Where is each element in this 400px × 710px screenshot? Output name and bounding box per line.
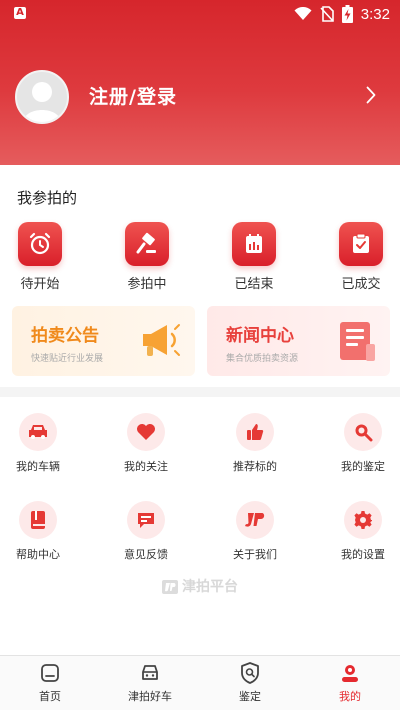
wifi-icon [294,7,312,20]
status-bar: A 3:32 [0,0,400,28]
person-icon [342,665,358,682]
bid-item-bidding[interactable]: 参拍中 [107,222,187,292]
megaphone-icon [143,324,180,356]
bid-item-label: 参拍中 [127,277,167,292]
promo-title: 新闻中心 [226,326,294,346]
tab-home[interactable]: 首页 [0,662,100,704]
thumbs-up-icon [247,424,264,440]
promo-subtitle: 快速贴近行业发展 [31,354,104,364]
auction-notice-card[interactable]: 拍卖公告 快速贴近行业发展 [12,306,195,376]
grid-label: 关于我们 [233,548,277,561]
book-icon [31,511,45,529]
jp-watermark-icon [162,580,178,594]
chevron-right-icon[interactable] [366,86,376,104]
my-bids-card: 我参拍的 待开始 参拍中 已结束 已成交 拍卖公告 快速贴近行业发展 新闻中心 … [0,165,400,387]
recommended-lots-item[interactable]: 推荐标的 [210,413,300,474]
heart-icon [137,424,155,440]
jp-logo-icon [245,513,265,527]
shield-search-icon [241,662,259,684]
my-profile-screen: A 3:32 注册/登录 我参拍的 待开始 参拍中 已结束 已成交 拍卖公告 快… [0,0,400,710]
bid-item-closed[interactable]: 已成交 [321,222,400,292]
bottom-tab-bar: 首页 津拍好车 鉴定 我的 [0,655,400,710]
grid-label: 我的车辆 [16,460,60,473]
grid-label: 意见反馈 [124,548,168,561]
bid-item-label: 待开始 [20,277,60,292]
tab-label: 我的 [339,690,361,703]
profile-header: A 3:32 注册/登录 [0,0,400,165]
gavel-icon [136,232,156,254]
watermark-text: 津拍平台 [182,579,238,595]
bid-item-pending[interactable]: 待开始 [0,222,80,292]
car-front-icon [142,665,158,680]
my-appraisals-item[interactable]: 我的鉴定 [318,413,400,474]
app-notification-icon: A [14,7,26,19]
tab-label: 鉴定 [239,690,261,703]
feedback-item[interactable]: 意见反馈 [101,501,191,562]
tab-good-cars[interactable]: 津拍好车 [100,662,200,704]
tab-mine[interactable]: 我的 [300,662,400,704]
promo-title: 拍卖公告 [31,326,99,346]
alarm-clock-icon [29,232,51,255]
user-avatar-icon[interactable] [15,70,69,124]
grid-label: 推荐标的 [233,460,277,473]
bid-item-label: 已成交 [341,277,381,292]
bid-item-ended[interactable]: 已结束 [214,222,294,292]
magnifier-icon [355,424,373,442]
bid-status-row: 待开始 参拍中 已结束 已成交 [0,222,400,292]
calendar-icon [246,234,262,253]
login-row[interactable]: 注册/登录 [0,66,400,126]
tab-label: 津拍好车 [128,690,172,703]
check-clipboard-icon [353,233,369,253]
grid-label: 我的关注 [124,460,168,473]
gear-icon [354,511,372,529]
status-icons: 3:32 [294,4,390,24]
car-icon [29,425,47,439]
section-title: 我参拍的 [17,189,78,207]
tab-label: 首页 [39,690,61,703]
battery-charging-icon [341,5,353,23]
news-center-card[interactable]: 新闻中心 集合优质拍卖资源 [207,306,390,376]
bid-item-label: 已结束 [234,277,274,292]
clock: 3:32 [360,5,390,23]
tab-appraisal[interactable]: 鉴定 [200,662,300,704]
my-settings-item[interactable]: 我的设置 [318,501,400,562]
my-follows-item[interactable]: 我的关注 [101,413,191,474]
about-us-item[interactable]: 关于我们 [210,501,300,562]
grid-label: 我的设置 [341,548,385,561]
grid-label: 帮助中心 [16,548,60,561]
chat-icon [138,513,154,528]
help-center-item[interactable]: 帮助中心 [0,501,83,562]
platform-watermark: 津拍平台 [0,576,400,596]
my-vehicles-item[interactable]: 我的车辆 [0,413,83,474]
services-card: 我的车辆 我的关注 推荐标的 我的鉴定 帮助中心 意见反馈 关于我们 我的设置 … [0,397,400,655]
promo-subtitle: 集合优质拍卖资源 [226,354,299,364]
no-sim-icon [320,6,334,22]
login-register-link[interactable]: 注册/登录 [89,82,177,109]
grid-label: 我的鉴定 [341,460,385,473]
news-document-icon [340,322,375,361]
home-icon [41,664,59,682]
